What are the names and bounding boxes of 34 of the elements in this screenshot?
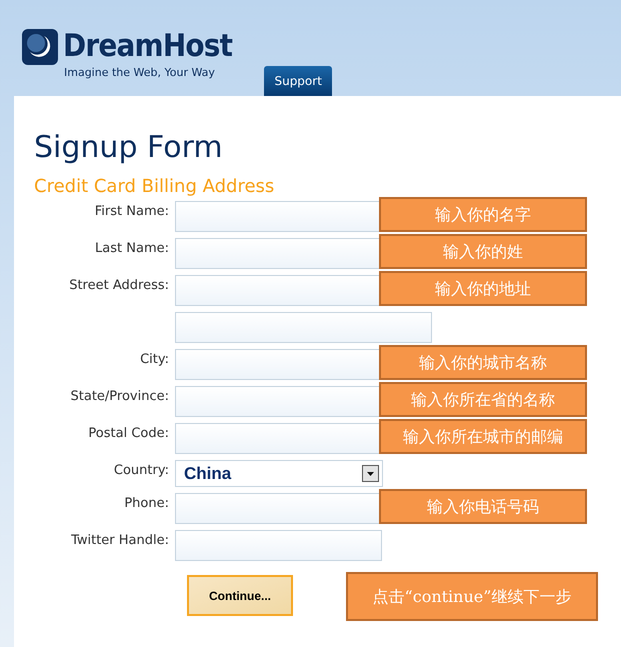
text-field[interactable] (175, 275, 382, 306)
field-label: First Name: (94, 203, 169, 221)
text-field[interactable] (175, 349, 382, 380)
annotation-callout: 输入你的姓 (379, 234, 587, 269)
annotation-callout: 点击“continue”继续下一步 (346, 572, 598, 621)
country-select[interactable]: China (175, 460, 383, 487)
annotation-callout: 输入你的名字 (379, 197, 587, 232)
text-field[interactable] (175, 530, 382, 561)
field-label: Phone: (124, 495, 169, 513)
moon-logo-icon (22, 28, 58, 64)
annotation-callout: 输入你所在城市的邮编 (379, 419, 587, 454)
text-field[interactable] (175, 312, 432, 343)
field-label: State/Province: (70, 388, 169, 406)
text-field[interactable] (175, 386, 382, 417)
annotation-callout: 输入你电话号码 (379, 489, 587, 524)
annotation-callout: 输入你的城市名称 (379, 345, 587, 380)
annotation-callout: 输入你所在省的名称 (379, 382, 587, 417)
continue-button[interactable]: Continue... (187, 575, 293, 616)
text-field[interactable] (175, 238, 382, 269)
text-field[interactable] (175, 423, 382, 454)
field-label: Street Address: (69, 277, 169, 295)
support-tab[interactable]: Support (264, 66, 332, 96)
field-label: Postal Code: (88, 425, 169, 443)
tagline: Imagine the Web, Your Way (64, 64, 216, 80)
annotation-callout: 输入你的地址 (379, 271, 587, 306)
field-label: Last Name: (95, 240, 169, 258)
field-label: Country: (114, 462, 169, 480)
field-label: Twitter Handle: (71, 532, 169, 550)
section-heading: Credit Card Billing Address (34, 176, 276, 198)
page-title: Signup Form (34, 130, 224, 166)
logo-text: DreamHost (63, 31, 232, 62)
text-field[interactable] (175, 493, 382, 524)
field-label: City: (140, 351, 169, 369)
text-field[interactable] (175, 201, 382, 232)
